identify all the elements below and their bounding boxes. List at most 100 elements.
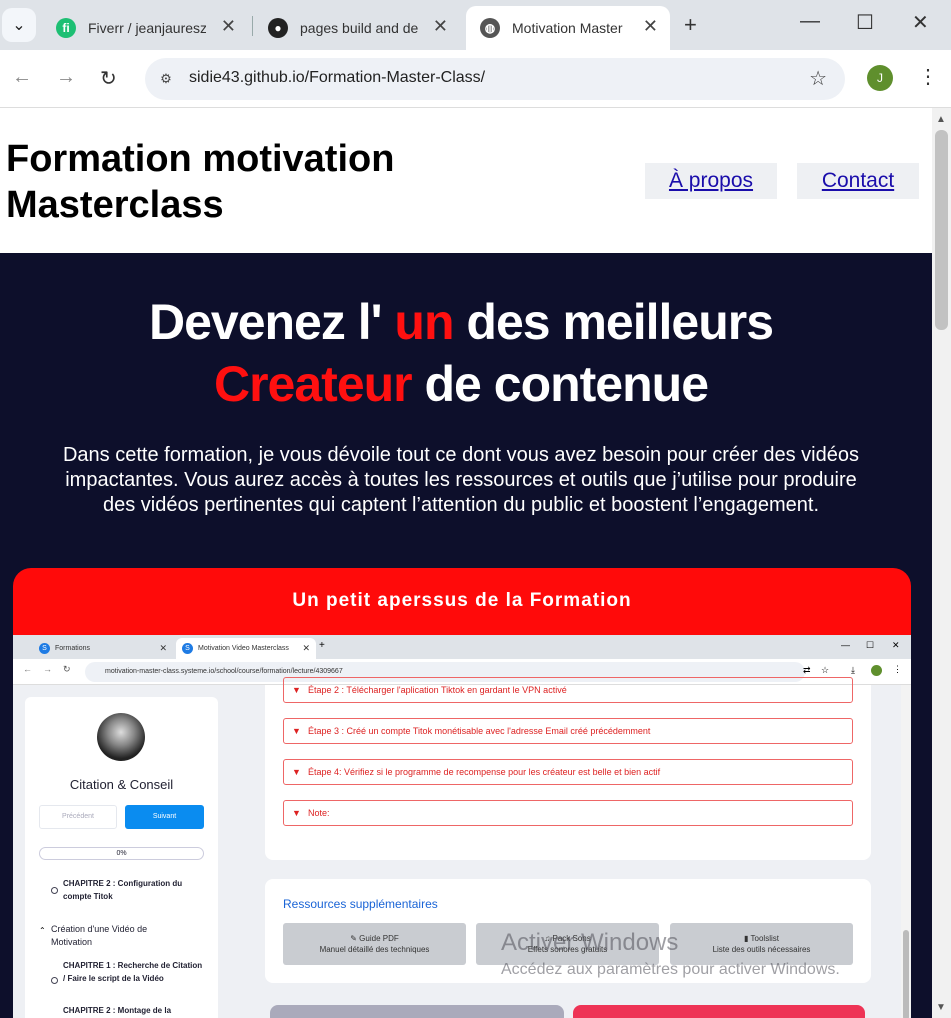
- step-item: ▼ Étape 2 : Télécharger l'aplication Tikt…: [283, 677, 853, 703]
- scroll-up-arrow-icon[interactable]: ▲: [936, 114, 946, 125]
- back-arrow-icon[interactable]: ←: [12, 66, 32, 89]
- chevron-up-icon: ⌃: [39, 926, 46, 935]
- author-name: Citation & Conseil: [69, 777, 174, 792]
- forward-arrow-icon[interactable]: →: [56, 66, 76, 89]
- close-icon[interactable]: ✕: [433, 16, 448, 37]
- reload-icon: ↻: [63, 664, 71, 674]
- preview-screenshot: S Formations ✕ S Motivation Video Mastercla…: [13, 635, 911, 1018]
- page-viewport: Formation motivation Masterclass À propo…: [0, 108, 932, 1018]
- headline-highlight: un: [394, 294, 454, 350]
- step-text: Étape 2 : Télécharger l'aplication Tikto…: [308, 685, 567, 695]
- course-sidebar: Citation & Conseil Précédent Suivant 0% …: [25, 697, 218, 1018]
- chapter-bullet-icon: [51, 977, 58, 984]
- url-text: sidie43.github.io/Formation-Master-Class…: [189, 69, 486, 86]
- nav-link-contact[interactable]: Contact: [797, 163, 919, 199]
- browser-tab-strip: ⌄ fi Fiverr / jeanjauresz ✕ ● pages buil…: [0, 0, 951, 50]
- browser-toolbar: ← → ↻ ⚙ sidie43.github.io/Formation-Mast…: [0, 50, 951, 108]
- hero-headline: Devenez l' un des meilleurs Createur de …: [0, 291, 922, 415]
- triangle-down-icon: ▼: [292, 685, 301, 695]
- tab-fiverr[interactable]: fi Fiverr / jeanjauresz ✕: [42, 6, 248, 50]
- chapter-item: CHAPITRE 1 : Recherche de Citation / Fai…: [63, 961, 203, 983]
- chapter-item: CHAPITRE 2 : Configuration du compte Tit…: [63, 879, 183, 901]
- previous-button: Précédent: [39, 805, 117, 829]
- step-text: Étape 4: Vérifiez si le programme de rec…: [308, 767, 661, 777]
- close-icon[interactable]: ✕: [221, 16, 236, 37]
- step-item: ▼ Étape 4: Vérifiez si le programme de re…: [283, 759, 853, 785]
- close-icon: ✕: [159, 643, 167, 653]
- inner-tab-strip: S Formations ✕ S Motivation Video Mastercla…: [13, 635, 911, 659]
- chapter-item: CHAPITRE 2 : Montage de la: [63, 1006, 172, 1015]
- close-icon: ✕: [302, 643, 310, 653]
- new-tab-plus-icon[interactable]: +: [684, 12, 697, 38]
- headline-highlight: Createur: [213, 356, 413, 412]
- maximize-icon[interactable]: ☐: [856, 10, 874, 35]
- scrollbar-thumb[interactable]: [935, 130, 948, 330]
- systeme-favicon-icon: S: [39, 643, 50, 654]
- pencil-icon: ✎: [350, 934, 360, 943]
- headline-text: des meilleurs: [453, 294, 774, 350]
- step-text: Étape 3 : Créé un compte Titok monétisab…: [308, 726, 651, 736]
- site-settings-icon[interactable]: ⚙: [155, 68, 177, 90]
- reload-icon[interactable]: ↻: [100, 66, 117, 91]
- forward-arrow-icon: →: [43, 664, 52, 674]
- resource-subtitle: Manuel détaillé des techniques: [319, 945, 430, 954]
- minimize-icon[interactable]: —: [800, 10, 820, 33]
- watermark-line2: Accédez aux paramètres pour activer Wind…: [501, 961, 840, 978]
- step-item: ▼ Note:: [283, 800, 853, 826]
- download-icon: ⤓: [851, 665, 855, 675]
- hero-description: Dans cette formation, je vous dévoile to…: [62, 444, 859, 516]
- tab-title: pages build and de: [300, 20, 418, 36]
- triangle-down-icon: ▼: [292, 726, 301, 736]
- tab-title: Motivation Master: [512, 20, 623, 36]
- maximize-icon: ☐: [866, 640, 875, 650]
- headline-text: Devenez l': [148, 294, 395, 350]
- tab-title: Fiverr / jeanjauresz: [88, 20, 206, 36]
- minimize-icon: —: [841, 640, 850, 650]
- chapter-bullet-icon: [51, 887, 58, 894]
- nav-link-a-propos[interactable]: À propos: [645, 163, 777, 199]
- inner-tab: S Motivation Video Masterclass ✕: [176, 638, 316, 659]
- hero-section: Devenez l' un des meilleurs Createur de …: [0, 253, 932, 1018]
- scroll-down-arrow-icon[interactable]: ▼: [936, 1002, 946, 1013]
- bookmark-star-icon[interactable]: ☆: [809, 66, 827, 91]
- chevron-down-icon: ⌄: [12, 17, 26, 34]
- headline-text: de contenue: [411, 356, 709, 412]
- page-scrollbar[interactable]: ▲ ▼: [932, 108, 951, 1018]
- close-icon[interactable]: ✕: [643, 16, 658, 37]
- inner-tab-title: Formations: [55, 645, 91, 652]
- resource-button: ✎ Guide PDF Manuel détaillé des technique…: [283, 923, 466, 965]
- watermark-line1: Activer Windows: [501, 929, 679, 956]
- tab-motivation-master[interactable]: ◍ Motivation Master ✕: [466, 6, 670, 50]
- triangle-down-icon: ▼: [292, 808, 301, 818]
- translate-icon: ⇄: [803, 665, 811, 675]
- author-photo: [97, 713, 145, 761]
- address-bar[interactable]: ⚙ sidie43.github.io/Formation-Master-Cla…: [145, 58, 845, 100]
- window-close-icon[interactable]: ✕: [912, 10, 929, 35]
- triangle-down-icon: ▼: [292, 767, 301, 777]
- tab-search-menu-button[interactable]: ⌄: [2, 8, 36, 42]
- tab-separator: [252, 16, 253, 36]
- windows-activation-watermark: Activer Windows Accédez aux paramètres p…: [501, 929, 840, 979]
- more-menu-icon[interactable]: ⋮: [918, 64, 938, 89]
- step-item: ▼ Étape 3 : Créé un compte Titok monétisa…: [283, 718, 853, 744]
- globe-icon: ◍: [480, 18, 500, 38]
- step-text: Note:: [308, 808, 330, 818]
- new-tab-plus-icon: +: [319, 640, 325, 651]
- fiverr-favicon-icon: fi: [56, 18, 76, 38]
- section-title: Création d'une Vidéo de Motivation: [51, 924, 148, 947]
- resource-title: Guide PDF: [359, 934, 399, 943]
- profile-avatar: [871, 665, 882, 676]
- tab-github-pages[interactable]: ● pages build and de ✕: [254, 6, 460, 50]
- window-close-icon: ✕: [892, 640, 900, 650]
- resources-title: Ressources supplémentaires: [283, 897, 438, 911]
- back-arrow-icon: ←: [23, 664, 32, 674]
- bookmark-star-icon: ☆: [821, 665, 830, 675]
- previous-module-button: [270, 1005, 564, 1018]
- inner-tab: S Formations ✕: [33, 638, 173, 659]
- profile-avatar[interactable]: J: [867, 65, 893, 91]
- systeme-favicon-icon: S: [182, 643, 193, 654]
- inner-scrollbar: [901, 685, 911, 1018]
- progress-bar: 0%: [39, 847, 204, 860]
- next-module-button: [573, 1005, 865, 1018]
- site-title: Formation motivation Masterclass: [6, 138, 395, 226]
